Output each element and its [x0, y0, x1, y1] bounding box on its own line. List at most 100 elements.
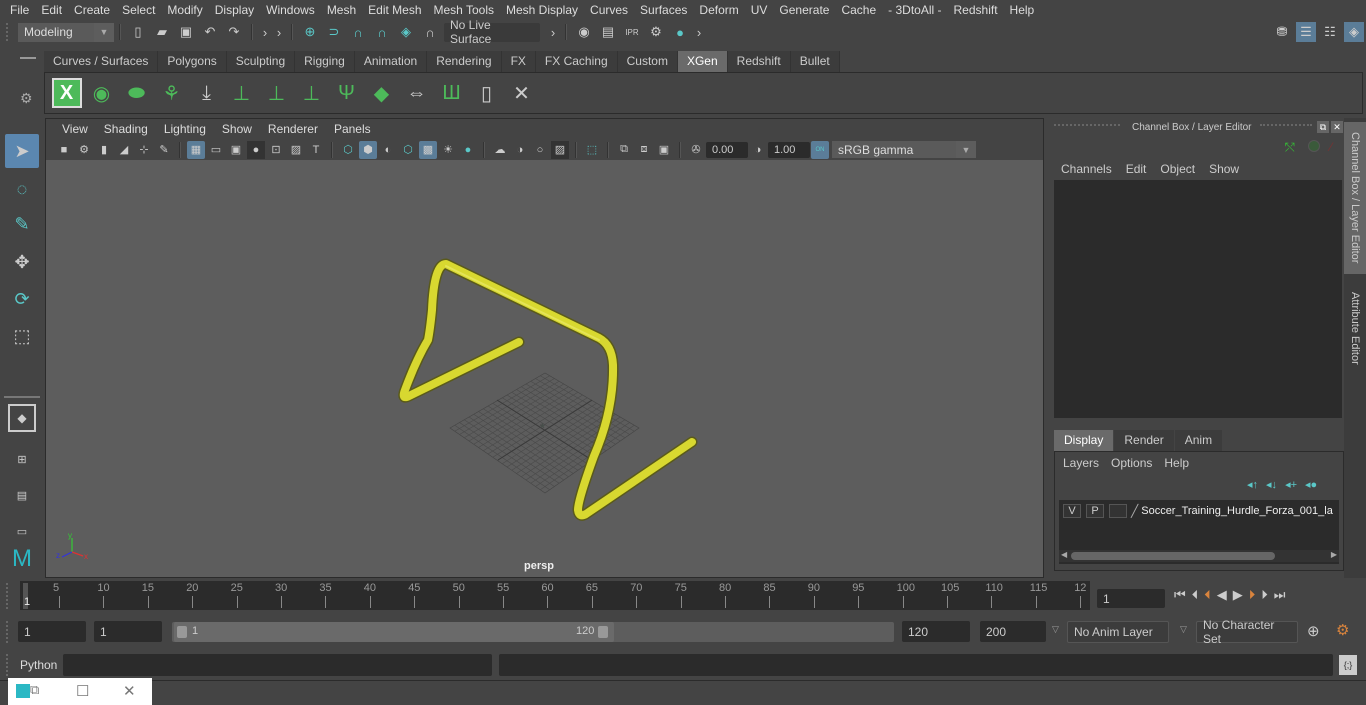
anim-layer-dropdown[interactable]: No Anim Layer	[1067, 621, 1169, 643]
menu-display[interactable]: Display	[209, 3, 260, 17]
2d-pan-zoom-icon[interactable]: ⊹	[135, 141, 153, 159]
shelf-tab-curves-surfaces[interactable]: Curves / Surfaces	[44, 51, 159, 72]
move-layer-down-icon[interactable]: ◂↓	[1266, 478, 1277, 491]
cb-menu-edit[interactable]: Edit	[1119, 162, 1154, 176]
layer-name[interactable]: Soccer_Training_Hurdle_Forza_001_la	[1141, 505, 1333, 517]
shelf-settings-gear-icon[interactable]: ⚙	[20, 90, 33, 107]
shelf-tab-custom[interactable]: Custom	[617, 51, 678, 72]
color-management-toggle[interactable]: ON	[811, 140, 829, 159]
menu-windows[interactable]: Windows	[260, 3, 321, 17]
viewport-menu-shading[interactable]: Shading	[96, 122, 156, 136]
scrollbar-thumb[interactable]	[1071, 552, 1275, 560]
step-forward-frame-icon[interactable]: ⏵	[1261, 587, 1268, 603]
layer-menu-help[interactable]: Help	[1158, 456, 1195, 470]
snap-view-plane-icon[interactable]: ∩	[372, 22, 392, 42]
textured-icon[interactable]: ▩	[419, 140, 437, 159]
move-tool-icon[interactable]: ✥	[5, 245, 39, 279]
viewport-menu-show[interactable]: Show	[214, 122, 260, 136]
field-chart-icon[interactable]: ⊡	[267, 141, 285, 159]
step-forward-key-icon[interactable]: ⏵	[1249, 587, 1256, 603]
shelf-tab-fx[interactable]: FX	[501, 51, 536, 72]
range-end-handle[interactable]	[598, 626, 608, 638]
guide-bounds-icon[interactable]: ▯	[472, 78, 502, 108]
close-panel-icon[interactable]: ✕	[1331, 121, 1343, 133]
grid-icon[interactable]: ▦	[187, 140, 205, 159]
screen-space-ao-icon[interactable]: ☁	[491, 141, 509, 159]
interactive-groom-icon[interactable]: ◆	[367, 78, 397, 108]
render-view-icon[interactable]: ◉	[574, 22, 594, 42]
collapse-arrow-icon[interactable]: ›	[548, 22, 558, 42]
shelf-menu-icon[interactable]	[20, 57, 36, 67]
safe-title-icon[interactable]: T	[307, 141, 325, 159]
ipr-render-icon[interactable]: IPR	[622, 22, 642, 42]
snap-point-icon[interactable]: ∩	[348, 22, 368, 42]
tab-channel-box-layer-editor[interactable]: Channel Box / Layer Editor	[1344, 122, 1366, 274]
layer-tab-display[interactable]: Display	[1054, 430, 1114, 451]
menu-create[interactable]: Create	[68, 3, 116, 17]
shelf-tab-xgen[interactable]: XGen	[677, 51, 728, 72]
menu-help[interactable]: Help	[1004, 3, 1041, 17]
layer-menu-layers[interactable]: Layers	[1057, 456, 1105, 470]
viewport-menu-renderer[interactable]: Renderer	[260, 122, 326, 136]
open-scene-icon[interactable]: ▰	[152, 22, 172, 42]
image-plane-icon[interactable]: ◢	[115, 141, 133, 159]
menu-3dtoall[interactable]: - 3DtoAll -	[882, 3, 947, 17]
play-forwards-icon[interactable]: ▶	[1233, 587, 1243, 603]
xgen-editor-icon[interactable]: X	[51, 78, 82, 108]
command-language-label[interactable]: Python	[20, 658, 57, 672]
time-slider[interactable]: 1 5 10 15 20 25 30 35 40 45 50 55 60 65 70 75 80 85 90 95 1…	[20, 581, 1090, 610]
hypershade-icon[interactable]: ●	[670, 22, 690, 42]
modeling-toolkit-icon[interactable]: ⛃	[1272, 22, 1292, 42]
viewport-menu-lighting[interactable]: Lighting	[156, 122, 214, 136]
move-layer-up-icon[interactable]: ◂↑	[1247, 478, 1258, 491]
shelf-tab-bullet[interactable]: Bullet	[790, 51, 840, 72]
snap-surface-icon[interactable]: ◈	[396, 22, 416, 42]
attribute-editor-toggle-icon[interactable]: ☰	[1296, 22, 1316, 42]
single-pane-layout-icon[interactable]: ◆	[8, 404, 36, 432]
menu-surfaces[interactable]: Surfaces	[634, 3, 693, 17]
layer-color-swatch[interactable]: ╱	[1131, 504, 1138, 518]
maximize-icon[interactable]: ☐	[76, 682, 89, 700]
playback-start-field[interactable]: 1	[94, 621, 162, 642]
range-start-handle[interactable]	[177, 626, 187, 638]
camera-attributes-icon[interactable]: ⚙	[75, 141, 93, 159]
four-pane-layout-icon[interactable]: ⊞	[5, 442, 39, 476]
shadows-icon[interactable]: ●	[459, 141, 477, 159]
viewport-menu-panels[interactable]: Panels	[326, 122, 379, 136]
cb-menu-show[interactable]: Show	[1202, 162, 1246, 176]
shelf-tab-polygons[interactable]: Polygons	[158, 51, 227, 72]
range-slider-bar[interactable]	[174, 622, 614, 642]
character-set-dropdown[interactable]: No Character Set	[1196, 618, 1298, 646]
layer-type-toggle[interactable]	[1109, 504, 1127, 518]
render-frame-icon[interactable]: ▤	[598, 22, 618, 42]
xray-joints-icon[interactable]: ▣	[655, 141, 673, 159]
animation-start-field[interactable]: 1	[18, 621, 86, 642]
menu-cache[interactable]: Cache	[835, 3, 882, 17]
menu-mesh[interactable]: Mesh	[321, 3, 362, 17]
menu-select[interactable]: Select	[116, 3, 161, 17]
shelf-tab-rendering[interactable]: Rendering	[427, 51, 502, 72]
layer-tab-anim[interactable]: Anim	[1174, 430, 1223, 451]
tab-attribute-editor[interactable]: Attribute Editor	[1344, 278, 1366, 378]
bookmark-icon[interactable]: ▮	[95, 141, 113, 159]
drag-handle[interactable]	[1054, 124, 1120, 126]
menu-curves[interactable]: Curves	[584, 3, 634, 17]
menu-edit-mesh[interactable]: Edit Mesh	[362, 3, 427, 17]
current-frame-field[interactable]: 1	[1097, 589, 1165, 608]
collapse-arrow-icon[interactable]: ›	[274, 22, 284, 42]
menu-file[interactable]: File	[4, 3, 35, 17]
rotate-tool-icon[interactable]: ⟳	[5, 282, 39, 316]
new-empty-layer-icon[interactable]: ◂+	[1285, 478, 1297, 491]
speed-icon[interactable]	[1308, 140, 1320, 152]
lasso-tool-icon[interactable]: ◌	[5, 172, 39, 206]
add-guides-icon[interactable]: ⚘	[157, 78, 187, 108]
viewport-canvas[interactable]: * y x z persp	[46, 160, 1043, 577]
smooth-shade-icon[interactable]: ⬢	[359, 140, 377, 159]
isolate-select-icon[interactable]: ⬚	[583, 141, 601, 159]
menu-mesh-display[interactable]: Mesh Display	[500, 3, 584, 17]
shelf-tab-redshift[interactable]: Redshift	[727, 51, 791, 72]
depth-of-field-icon[interactable]: ▨	[551, 140, 569, 159]
xray-icon[interactable]: ⧉	[615, 141, 633, 159]
play-backwards-icon[interactable]: ◀	[1217, 587, 1227, 603]
delete-guides-icon[interactable]: ✕	[507, 78, 537, 108]
